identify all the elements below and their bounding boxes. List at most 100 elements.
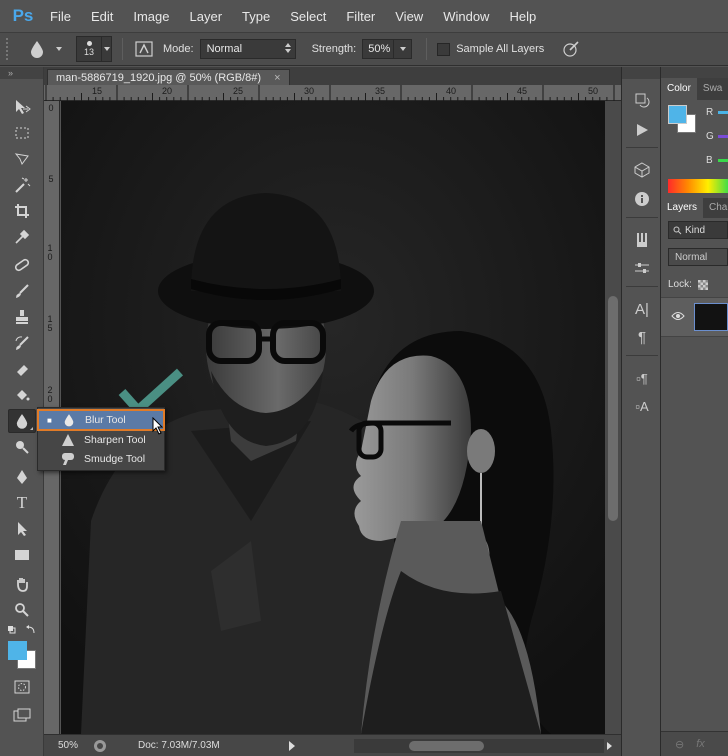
screen-mode-button[interactable] [8, 703, 36, 727]
eyedropper-tool[interactable] [8, 225, 36, 249]
close-icon[interactable]: × [274, 72, 280, 84]
pressure-toggle-button[interactable] [560, 38, 582, 60]
link-icon[interactable]: ⊖ [675, 738, 684, 751]
marquee-icon [15, 127, 29, 139]
info-panel-button[interactable] [630, 188, 654, 210]
layer-filter-kind[interactable]: Kind [668, 221, 728, 239]
menu-file[interactable]: File [40, 0, 81, 33]
character-panel-button[interactable]: A| [630, 298, 654, 320]
zoom-level-field[interactable]: 50% [58, 740, 86, 751]
ruler-label: 50 [588, 86, 599, 96]
menu-image[interactable]: Image [123, 0, 179, 33]
lock-transparency-icon[interactable] [697, 279, 708, 290]
fx-icon[interactable]: fx [696, 738, 705, 750]
tab-channels[interactable]: Cha [703, 198, 728, 218]
strength-input[interactable]: 50% [362, 39, 395, 59]
scrollbar-thumb[interactable] [409, 741, 484, 751]
history-panel-button[interactable] [630, 89, 654, 111]
zoom-tool[interactable] [8, 598, 36, 622]
blur-tool[interactable] [8, 409, 36, 433]
brush-panel-button[interactable] [133, 38, 155, 60]
divider [626, 217, 658, 218]
paragraph-styles-button[interactable]: ▫¶ [630, 367, 654, 389]
layer-blend-mode[interactable]: Normal [668, 248, 728, 266]
collapse-icon[interactable]: » [0, 67, 43, 79]
move-tool[interactable] [8, 95, 36, 119]
type-tool[interactable]: T [8, 491, 36, 515]
mode-select[interactable]: Normal [199, 39, 296, 59]
3d-panel-button[interactable] [630, 159, 654, 181]
vertical-scrollbar[interactable] [605, 101, 621, 734]
layer-row[interactable] [661, 297, 728, 337]
status-menu-button[interactable] [92, 738, 108, 754]
brush-presets-button[interactable] [630, 229, 654, 251]
menu-window[interactable]: Window [433, 0, 499, 33]
tool-preset-picker[interactable] [26, 38, 48, 60]
scrollbar-thumb[interactable] [608, 296, 618, 521]
flyout-sharpen-tool[interactable]: Sharpen Tool [38, 430, 164, 449]
status-expand-arrow-icon[interactable] [289, 741, 295, 751]
marquee-tool[interactable] [8, 121, 36, 145]
flyout-smudge-tool[interactable]: Smudge Tool [38, 449, 164, 468]
document-size-info: Doc: 7.03M/7.03M [138, 740, 220, 751]
actions-panel-button[interactable] [630, 119, 654, 141]
crop-icon [15, 204, 29, 218]
document-tab-bar: man-5886719_1920.jpg @ 50% (RGB/8#) × [44, 67, 621, 85]
brush-size-picker[interactable]: 13 [76, 36, 102, 62]
channel-slider-b[interactable] [718, 159, 728, 162]
flyout-blur-tool[interactable]: ■ Blur Tool [37, 409, 165, 431]
lock-label: Lock: [668, 279, 692, 290]
character-icon: A| [635, 300, 649, 318]
menu-edit[interactable]: Edit [81, 0, 123, 33]
healing-brush-tool[interactable] [8, 253, 36, 277]
tab-swatches[interactable]: Swa [697, 78, 728, 100]
collapse-icon[interactable] [622, 67, 660, 79]
menu-help[interactable]: Help [499, 0, 546, 33]
clone-stamp-tool[interactable] [8, 305, 36, 329]
adjustments-panel-button[interactable] [630, 257, 654, 279]
menu-view[interactable]: View [385, 0, 433, 33]
lasso-tool[interactable] [8, 147, 36, 171]
crop-tool[interactable] [8, 199, 36, 223]
scroll-right-arrow-icon[interactable] [607, 742, 612, 750]
photoshop-logo: Ps [12, 6, 34, 25]
path-selection-tool[interactable] [8, 517, 36, 541]
color-spectrum[interactable] [668, 179, 728, 193]
brush-tool[interactable] [8, 279, 36, 303]
menu-filter[interactable]: Filter [336, 0, 385, 33]
eye-icon[interactable] [671, 311, 685, 321]
rectangle-tool[interactable] [8, 543, 36, 567]
strength-slider-button[interactable] [394, 39, 413, 59]
blur-drop-icon [16, 414, 28, 429]
magic-wand-tool[interactable] [8, 173, 36, 197]
hand-tool[interactable] [8, 572, 36, 596]
channel-slider-g[interactable] [718, 135, 728, 138]
menu-select[interactable]: Select [280, 0, 336, 33]
paragraph-panel-button[interactable]: ¶ [630, 326, 654, 348]
pen-tool[interactable] [8, 465, 36, 489]
dodge-tool[interactable] [8, 435, 36, 459]
horizontal-ruler[interactable]: 15 20 25 30 35 40 45 50 [44, 85, 621, 101]
sample-all-layers-checkbox[interactable] [437, 42, 451, 56]
paint-bucket-tool[interactable] [8, 383, 36, 407]
channel-slider-r[interactable] [718, 111, 728, 114]
menu-layer[interactable]: Layer [180, 0, 233, 33]
strength-label: Strength: [311, 43, 357, 55]
brush-dropdown-button[interactable] [102, 36, 112, 62]
swap-colors-button[interactable] [6, 624, 38, 636]
options-grip[interactable] [6, 38, 12, 60]
tab-color[interactable]: Color [661, 78, 697, 100]
ruler-ticks [45, 85, 615, 101]
history-brush-tool[interactable] [8, 331, 36, 355]
horizontal-scrollbar[interactable] [354, 739, 604, 753]
character-styles-button[interactable]: ▫A [630, 395, 654, 417]
chevron-down-icon[interactable] [56, 47, 62, 51]
search-icon [673, 226, 682, 235]
collapse-icon[interactable] [661, 67, 728, 78]
menu-type[interactable]: Type [232, 0, 280, 33]
cube-icon [634, 162, 650, 178]
eraser-tool[interactable] [8, 357, 36, 381]
document-tab[interactable]: man-5886719_1920.jpg @ 50% (RGB/8#) × [47, 69, 290, 85]
tab-layers[interactable]: Layers [661, 198, 704, 218]
quick-mask-button[interactable] [8, 675, 36, 699]
